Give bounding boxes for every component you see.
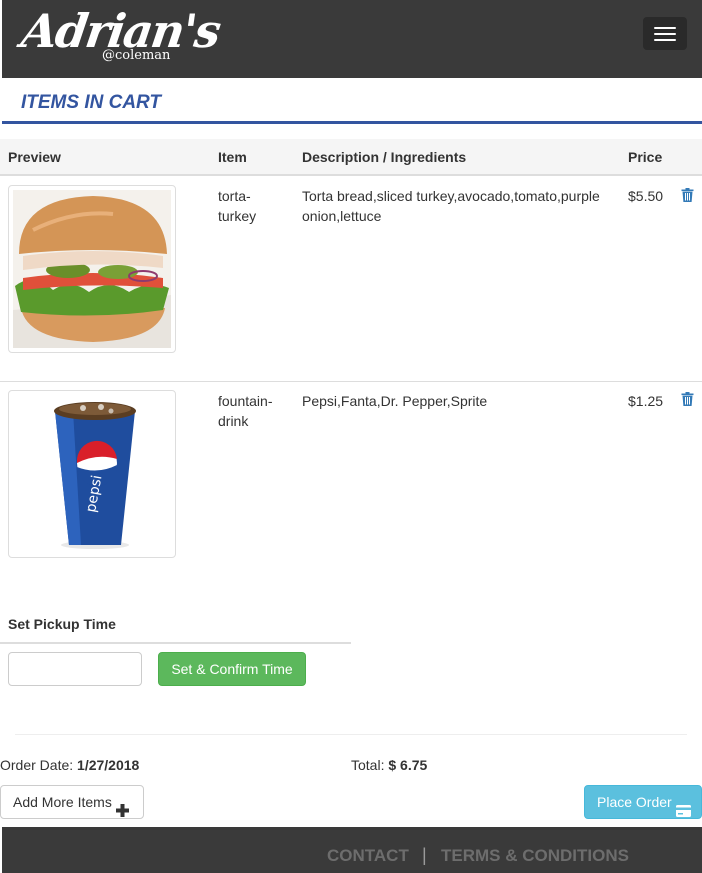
- trash-icon[interactable]: [681, 188, 694, 202]
- column-header-price: Price: [628, 149, 663, 165]
- hamburger-menu-icon[interactable]: [643, 17, 687, 50]
- total-value: $ 6.75: [388, 757, 428, 773]
- column-header-description: Description / Ingredients: [302, 149, 467, 165]
- set-confirm-time-button[interactable]: Set & Confirm Time: [158, 652, 306, 686]
- torta-sandwich-image: [8, 185, 176, 353]
- order-date-label: Order Date:: [0, 757, 78, 773]
- title-divider: [2, 121, 702, 124]
- cart-item-description: Pepsi,Fanta,Dr. Pepper,Sprite: [302, 393, 488, 409]
- cart-item-price: $1.25: [628, 393, 664, 409]
- column-header-preview: Preview: [8, 149, 61, 165]
- footer-separator: |: [422, 845, 427, 865]
- plus-icon: [116, 796, 129, 817]
- cart-item-description: Torta bread,sliced turkey,avocado,tomato…: [302, 188, 600, 224]
- pepsi-cup-image: pepsi: [8, 390, 176, 558]
- add-more-items-button[interactable]: Add More Items: [0, 785, 144, 819]
- logo-subtext: @coleman: [102, 48, 171, 63]
- brand-logo[interactable]: Adrian's @coleman: [18, 4, 222, 68]
- cart-table-header: Preview Item Description / Ingredients P…: [0, 139, 702, 176]
- trash-icon[interactable]: [681, 392, 694, 406]
- footer-link-contact[interactable]: CONTACT: [327, 846, 409, 866]
- column-header-item: Item: [218, 149, 247, 165]
- pickup-divider: [0, 642, 351, 644]
- credit-card-icon: [676, 796, 691, 817]
- order-total: Total: $ 6.75: [351, 757, 427, 773]
- row-divider: [0, 381, 702, 382]
- total-label: Total:: [351, 757, 389, 773]
- pickup-time-label: Set Pickup Time: [8, 616, 116, 632]
- navbar: Adrian's @coleman: [2, 0, 702, 78]
- page-title: ITEMS IN CART: [21, 92, 162, 113]
- order-date: Order Date: 1/27/2018: [0, 757, 139, 773]
- footer-link-terms[interactable]: TERMS & CONDITIONS: [441, 846, 629, 866]
- cart-item-name: torta-turkey: [218, 188, 257, 224]
- cart-item-price: $5.50: [628, 188, 664, 204]
- pickup-time-input[interactable]: [8, 652, 142, 686]
- order-date-value: 1/27/2018: [77, 757, 140, 773]
- place-order-label: Place Order: [597, 794, 672, 810]
- place-order-button[interactable]: Place Order: [584, 785, 702, 819]
- footer: CONTACT | TERMS & CONDITIONS: [2, 827, 702, 873]
- cart-item-name: fountain-drink: [218, 393, 273, 429]
- add-more-items-label: Add More Items: [13, 794, 112, 810]
- summary-divider: [15, 734, 687, 735]
